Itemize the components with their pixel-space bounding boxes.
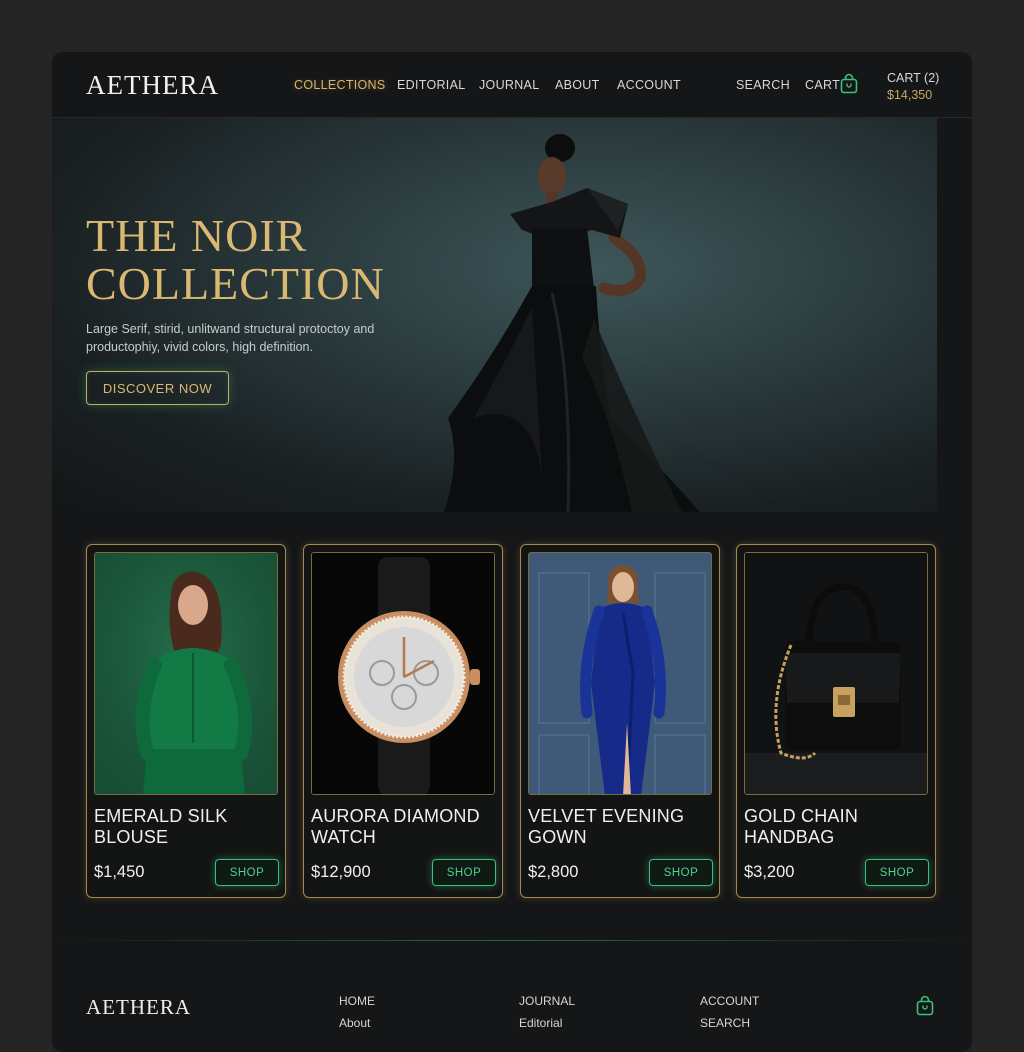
shop-button[interactable]: SHOP bbox=[432, 859, 496, 886]
nav-editorial[interactable]: EDITORIAL bbox=[397, 78, 465, 92]
footer-link-account[interactable]: ACCOUNT bbox=[700, 994, 759, 1008]
cart-count: CART (2) bbox=[887, 71, 940, 85]
product-card-aurora-diamond-watch[interactable]: AURORA DIAMOND WATCH $12,900 SHOP bbox=[303, 544, 503, 898]
site-header: AETHERA COLLECTIONS EDITORIAL JOURNAL AB… bbox=[52, 52, 972, 118]
shop-button[interactable]: SHOP bbox=[865, 859, 929, 886]
product-name: EMERALD SILK BLOUSE bbox=[94, 806, 228, 847]
discover-now-button[interactable]: DISCOVER NOW bbox=[86, 371, 229, 405]
product-card-emerald-silk-blouse[interactable]: EMERALD SILK BLOUSE $1,450 SHOP bbox=[86, 544, 286, 898]
cart-summary[interactable]: CART (2) $14,350 bbox=[887, 70, 939, 104]
nav-cart[interactable]: CART bbox=[805, 78, 840, 92]
product-price: $1,450 bbox=[94, 863, 145, 881]
page-frame: AETHERA COLLECTIONS EDITORIAL JOURNAL AB… bbox=[52, 52, 972, 1052]
nav-about[interactable]: ABOUT bbox=[555, 78, 600, 92]
footer-link-about[interactable]: About bbox=[339, 1016, 370, 1030]
product-card-gold-chain-handbag[interactable]: GOLD CHAIN HANDBAG $3,200 SHOP bbox=[736, 544, 936, 898]
product-name: VELVET EVENING GOWN bbox=[528, 806, 685, 847]
hero-model-image bbox=[444, 134, 700, 512]
hero-subtitle: Large Serif, stirid, unlitwand structura… bbox=[86, 322, 375, 354]
footer-link-search[interactable]: SEARCH bbox=[700, 1016, 750, 1030]
product-image-blouse[interactable] bbox=[94, 552, 278, 795]
product-image-watch[interactable] bbox=[311, 552, 495, 795]
hero-title: THE NOIR COLLECTION bbox=[86, 210, 385, 309]
shop-button[interactable]: SHOP bbox=[215, 859, 279, 886]
cart-total: $14,350 bbox=[887, 88, 933, 102]
product-price: $12,900 bbox=[311, 863, 371, 881]
product-card-velvet-evening-gown[interactable]: VELVET EVENING GOWN $2,800 SHOP bbox=[520, 544, 720, 898]
footer-link-home[interactable]: HOME bbox=[339, 994, 375, 1008]
product-name: AURORA DIAMOND WATCH bbox=[311, 806, 480, 847]
shop-button[interactable]: SHOP bbox=[649, 859, 713, 886]
product-image-gown[interactable] bbox=[528, 552, 712, 795]
product-image-handbag[interactable] bbox=[744, 552, 928, 795]
hero-banner: THE NOIR COLLECTION Large Serif, stirid,… bbox=[52, 118, 937, 512]
footer-divider bbox=[52, 940, 972, 941]
footer-link-journal[interactable]: JOURNAL bbox=[519, 994, 575, 1008]
nav-account[interactable]: ACCOUNT bbox=[617, 78, 681, 92]
shopping-bag-icon[interactable] bbox=[915, 995, 935, 1017]
footer-link-editorial[interactable]: Editorial bbox=[519, 1016, 562, 1030]
nav-journal[interactable]: JOURNAL bbox=[479, 78, 539, 92]
nav-collections[interactable]: COLLECTIONS bbox=[294, 78, 386, 92]
product-price: $2,800 bbox=[528, 863, 579, 881]
nav-search[interactable]: SEARCH bbox=[736, 78, 790, 92]
footer-logo[interactable]: AETHERA bbox=[86, 995, 191, 1020]
brand-logo[interactable]: AETHERA bbox=[86, 70, 219, 101]
shopping-bag-icon[interactable] bbox=[839, 73, 859, 95]
product-name: GOLD CHAIN HANDBAG bbox=[744, 806, 859, 847]
product-price: $3,200 bbox=[744, 863, 795, 881]
